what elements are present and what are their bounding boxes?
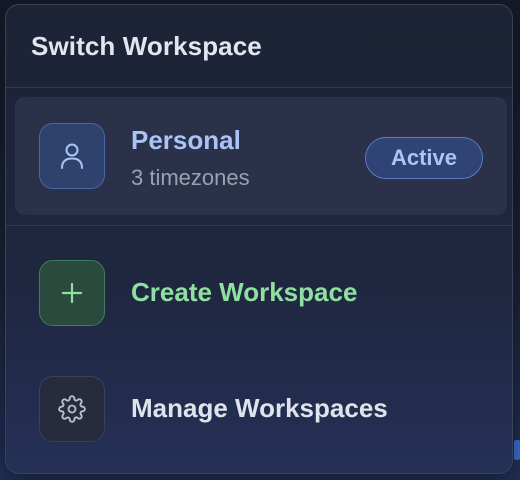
user-icon [39,123,105,189]
active-badge: Active [365,137,483,179]
manage-workspaces-label[interactable]: Manage Workspaces [131,393,388,424]
divider [6,87,512,88]
workspace-switcher-popover: Switch Workspace Personal 3 timezones Ac… [5,4,513,474]
divider [6,225,512,226]
workspace-name: Personal [131,125,241,155]
workspace-item-personal[interactable]: Personal 3 timezones Active [15,97,507,215]
popover-title: Switch Workspace [31,31,262,61]
workspace-timezone-count: 3 timezones [131,165,250,190]
backdrop-accent-bar [514,440,520,460]
create-workspace-label[interactable]: Create Workspace [131,277,357,308]
gear-icon [39,376,105,442]
plus-icon [39,260,105,326]
